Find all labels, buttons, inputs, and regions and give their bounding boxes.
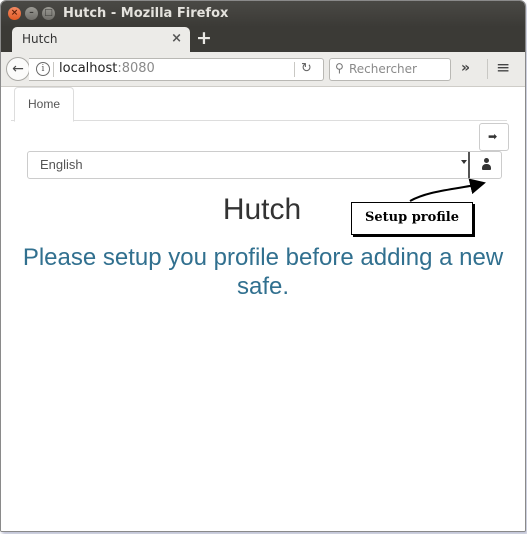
reload-icon[interactable]: ↻ <box>301 61 312 76</box>
hamburger-menu-icon[interactable]: ≡ <box>496 58 510 78</box>
language-select[interactable]: English <box>27 151 470 179</box>
url-divider <box>53 62 54 77</box>
annotation-callout: Setup profile <box>351 202 473 235</box>
browser-window: × – □ Hutch - Mozilla Firefox Hutch × + … <box>0 0 526 532</box>
url-text[interactable]: localhost:8080 <box>59 61 155 76</box>
overflow-chevron-icon[interactable]: » <box>461 60 470 76</box>
window-title: Hutch - Mozilla Firefox <box>63 6 229 21</box>
browser-navbar: ← i localhost:8080 ↻ ⚲ Rechercher » ≡ <box>1 52 525 87</box>
url-divider <box>294 62 295 77</box>
user-icon <box>482 158 491 170</box>
language-select-value: English <box>40 157 83 172</box>
info-icon[interactable]: i <box>36 62 50 76</box>
search-icon: ⚲ <box>335 61 344 75</box>
back-button[interactable]: ← <box>6 57 30 81</box>
logout-button[interactable]: ➡ <box>479 123 509 151</box>
browser-tab[interactable]: Hutch × <box>12 27 190 52</box>
annotation-callout-text: Setup profile <box>364 210 459 225</box>
caret-down-icon <box>461 160 467 164</box>
search-input[interactable]: ⚲ Rechercher <box>329 58 451 81</box>
app-nav-tabs: Home <box>11 87 507 122</box>
url-port: :8080 <box>117 61 155 76</box>
window-close-button[interactable]: × <box>8 7 21 20</box>
window-titlebar: × – □ Hutch - Mozilla Firefox <box>1 1 525 27</box>
toolbar-divider <box>487 59 488 79</box>
url-bar[interactable]: i localhost:8080 ↻ <box>29 58 324 81</box>
setup-profile-message: Please setup you profile before adding a… <box>22 244 504 300</box>
tab-close-icon[interactable]: × <box>171 31 182 46</box>
tab-home[interactable]: Home <box>14 87 74 122</box>
window-minimize-button[interactable]: – <box>25 7 38 20</box>
browser-tab-title: Hutch <box>22 32 58 46</box>
tab-home-label: Home <box>27 97 60 111</box>
url-host: localhost <box>59 61 118 76</box>
search-placeholder: Rechercher <box>349 62 417 76</box>
sign-out-icon: ➡ <box>488 130 498 143</box>
window-maximize-button[interactable]: □ <box>42 7 55 20</box>
setup-profile-button[interactable] <box>468 151 502 179</box>
page-content: Home ➡ English Hutch Setup profile Pleas… <box>1 87 525 531</box>
new-tab-button[interactable]: + <box>196 27 212 49</box>
browser-tabstrip: Hutch × + <box>1 27 525 52</box>
